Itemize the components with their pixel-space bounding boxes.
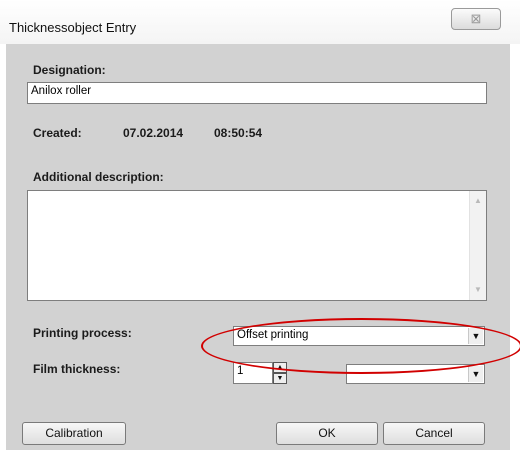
chevron-down-icon[interactable]: ▼ xyxy=(468,366,483,382)
close-button[interactable]: ⊠ xyxy=(451,8,501,30)
title-bar: Thicknessobject Entry ⊠ xyxy=(0,0,520,44)
calibration-button[interactable]: Calibration xyxy=(22,422,126,445)
designation-label: Designation: xyxy=(33,63,106,77)
description-textarea[interactable]: ▲ ▼ xyxy=(27,190,487,301)
window-title: Thicknessobject Entry xyxy=(9,20,137,35)
spin-down-icon[interactable]: ▼ xyxy=(273,373,287,384)
created-date: 07.02.2014 xyxy=(123,126,184,140)
film-thickness-value: 1 xyxy=(237,365,244,377)
designation-value: Anilox roller xyxy=(31,85,92,97)
cancel-button[interactable]: Cancel xyxy=(383,422,485,445)
scroll-up-icon[interactable]: ▲ xyxy=(470,193,486,209)
description-scrollbar[interactable]: ▲ ▼ xyxy=(469,191,486,300)
scroll-down-icon[interactable]: ▼ xyxy=(470,282,486,298)
highlight-ellipse xyxy=(201,318,520,374)
close-icon: ⊠ xyxy=(470,11,482,26)
description-label: Additional description: xyxy=(33,170,164,184)
film-thickness-label: Film thickness: xyxy=(33,362,121,376)
created-time: 08:50:54 xyxy=(214,126,263,140)
ok-button[interactable]: OK xyxy=(276,422,378,445)
designation-input[interactable]: Anilox roller xyxy=(27,82,487,104)
printing-process-label: Printing process: xyxy=(33,326,132,340)
created-label: Created: xyxy=(33,126,82,140)
